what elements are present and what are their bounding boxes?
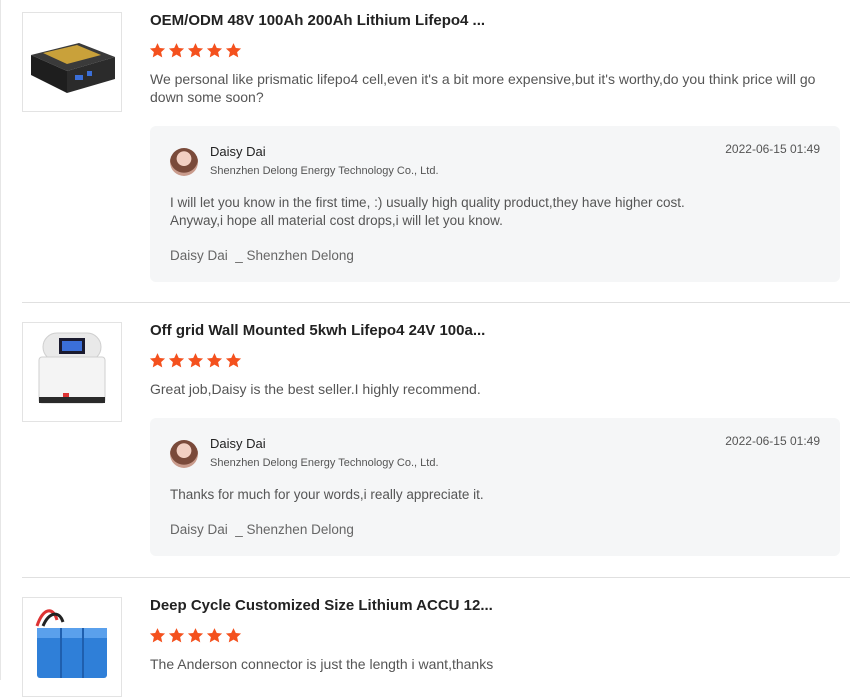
seller-company: Shenzhen Delong Energy Technology Co., L… [210,457,439,469]
star-icon [225,353,242,368]
reply-text: Thanks for much for your words,i really … [170,487,484,502]
review-item: Deep Cycle Customized Size Lithium ACCU … [22,597,850,697]
product-title-link[interactable]: Off grid Wall Mounted 5kwh Lifepo4 24V 1… [150,322,485,339]
product-thumbnail[interactable] [22,322,122,422]
star-icon [187,628,204,643]
star-icon [187,353,204,368]
battery-pack-image [35,609,107,678]
star-icon [168,43,185,58]
star-icon [206,628,223,643]
reply-signature: Daisy Dai _ Shenzhen Delong [170,248,354,263]
review-text: Great job,Daisy is the best seller.I hig… [150,381,481,397]
product-title-link[interactable]: OEM/ODM 48V 100Ah 200Ah Lithium Lifepo4 … [150,12,485,29]
star-icon [149,353,166,368]
star-rating [149,352,244,370]
review-item: Off grid Wall Mounted 5kwh Lifepo4 24V 1… [22,322,850,578]
seller-reply: Daisy Dai Shenzhen Delong Energy Technol… [150,126,840,282]
star-icon [225,628,242,643]
star-icon [225,43,242,58]
product-thumbnail[interactable] [22,12,122,112]
star-icon [187,43,204,58]
wall-battery-image [38,332,106,404]
reply-signature: Daisy Dai _ Shenzhen Delong [170,522,354,537]
review-text: We personal like prismatic lifepo4 cell,… [150,71,816,105]
review-text: The Anderson connector is just the lengt… [150,656,494,672]
star-rating [149,627,244,645]
star-icon [206,43,223,58]
review-item: OEM/ODM 48V 100Ah 200Ah Lithium Lifepo4 … [22,12,850,303]
seller-name: Daisy Dai [210,436,266,451]
star-rating [149,42,244,60]
seller-name: Daisy Dai [210,144,266,159]
seller-reply: Daisy Dai Shenzhen Delong Energy Technol… [150,418,840,556]
reply-line: I will let you know in the first time, :… [170,195,685,210]
star-icon [149,43,166,58]
star-icon [149,628,166,643]
avatar [170,148,198,176]
reply-line: Anyway,i hope all material cost drops,i … [170,213,503,228]
star-icon [206,353,223,368]
reply-text: I will let you know in the first time, :… [170,194,810,230]
left-border [0,0,1,680]
star-icon [168,353,185,368]
reply-date: 2022-06-15 01:49 [725,142,820,156]
avatar [170,440,198,468]
battery-box-image [31,43,115,93]
seller-company: Shenzhen Delong Energy Technology Co., L… [210,165,439,177]
product-thumbnail[interactable] [22,597,122,697]
reply-date: 2022-06-15 01:49 [725,434,820,448]
product-title-link[interactable]: Deep Cycle Customized Size Lithium ACCU … [150,597,493,614]
star-icon [168,628,185,643]
